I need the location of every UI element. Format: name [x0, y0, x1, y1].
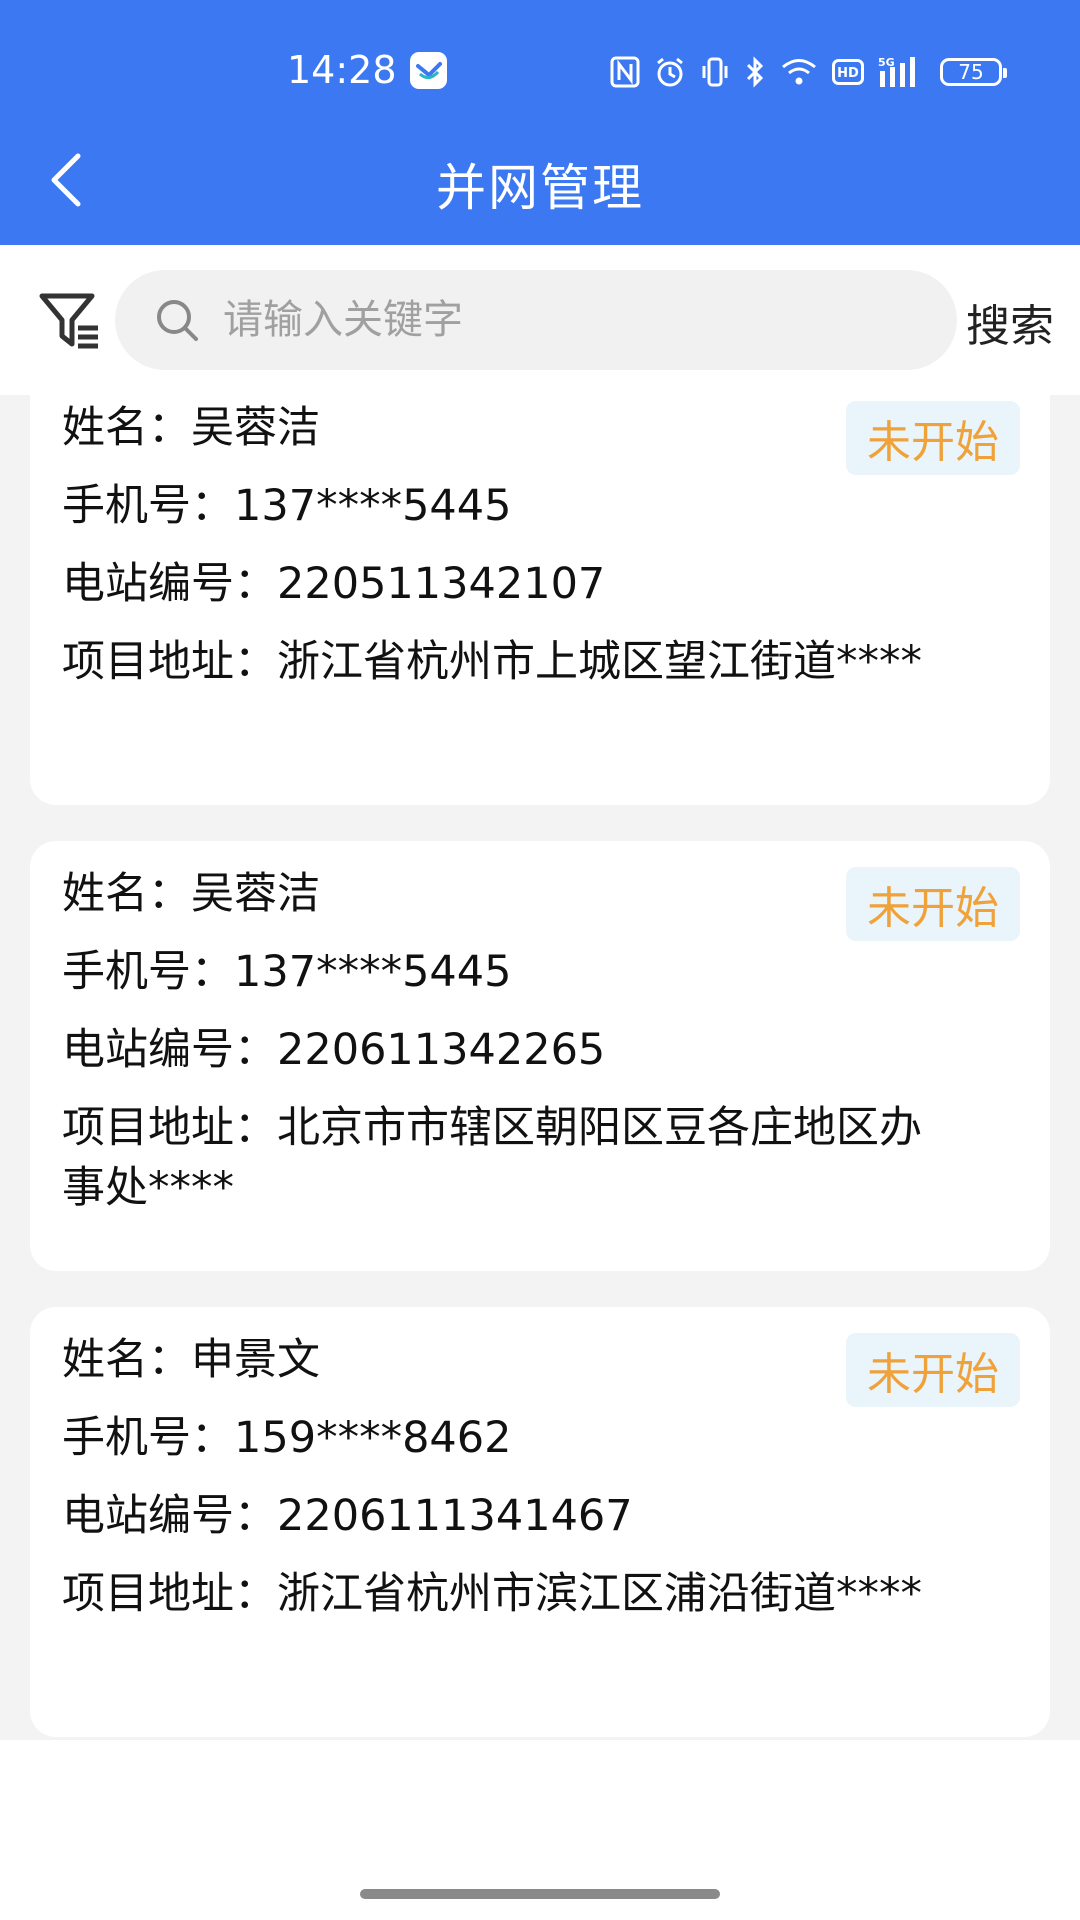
filter-button[interactable]	[38, 290, 102, 352]
phone-value: 137****5445	[234, 481, 512, 531]
name-row: 姓名：吴蓉洁	[62, 864, 320, 924]
phone-value: 159****8462	[234, 1413, 512, 1463]
station-label: 电站编号：	[62, 559, 277, 609]
name-value: 申景文	[191, 1335, 320, 1385]
status-time: 14:28	[287, 48, 397, 92]
status-icons: HD 5G 75	[610, 52, 1007, 92]
phone-row: 手机号：137****5445	[62, 942, 512, 1002]
name-value: 吴蓉洁	[191, 403, 320, 453]
home-indicator[interactable]	[360, 1889, 720, 1899]
station-value: 2206111341467	[277, 1491, 633, 1541]
address-label: 项目地址：	[62, 1569, 277, 1619]
record-card[interactable]: 姓名：申景文 未开始 手机号：159****8462 电站编号：22061113…	[30, 1307, 1050, 1737]
address-row: 项目地址：浙江省杭州市滨江区浦沿街道****	[62, 1564, 962, 1624]
address-row: 项目地址：浙江省杭州市上城区望江街道****	[62, 632, 962, 692]
search-input[interactable]	[221, 296, 905, 344]
address-value: 浙江省杭州市上城区望江街道****	[277, 637, 922, 687]
app-header: 14:28 HD 5G 75 并网管理	[0, 0, 1080, 245]
station-row: 电站编号：2206111341467	[62, 1486, 633, 1546]
battery-icon: 75	[940, 58, 1007, 86]
status-badge: 未开始	[846, 1333, 1020, 1407]
phone-row: 手机号：137****5445	[62, 476, 512, 536]
nfc-icon	[610, 56, 640, 88]
bluetooth-icon	[746, 56, 764, 88]
name-label: 姓名：	[62, 1335, 191, 1385]
name-label: 姓名：	[62, 403, 191, 453]
page-title: 并网管理	[436, 159, 644, 217]
name-row: 姓名：吴蓉洁	[62, 398, 320, 458]
record-card[interactable]: 姓名：吴蓉洁 未开始 手机号：137****5445 电站编号：22051134…	[30, 395, 1050, 805]
address-label: 项目地址：	[62, 637, 277, 687]
filter-icon	[39, 293, 98, 349]
station-row: 电站编号：220511342107	[62, 554, 605, 614]
address-value: 浙江省杭州市滨江区浦沿街道****	[277, 1569, 922, 1619]
address-row: 项目地址：北京市市辖区朝阳区豆各庄地区办事处****	[62, 1098, 962, 1218]
name-value: 吴蓉洁	[191, 869, 320, 919]
station-label: 电站编号：	[62, 1025, 277, 1075]
status-badge: 未开始	[846, 401, 1020, 475]
phone-label: 手机号：	[62, 481, 234, 531]
station-value: 220611342265	[277, 1025, 606, 1075]
name-label: 姓名：	[62, 869, 191, 919]
station-value: 220511342107	[277, 559, 606, 609]
name-row: 姓名：申景文	[62, 1330, 320, 1390]
search-button[interactable]: 搜索	[966, 290, 1054, 354]
phone-value: 137****5445	[234, 947, 512, 997]
search-box	[115, 270, 957, 370]
address-label: 项目地址：	[62, 1103, 277, 1153]
record-card[interactable]: 姓名：吴蓉洁 未开始 手机号：137****5445 电站编号：22061134…	[30, 841, 1050, 1271]
phone-label: 手机号：	[62, 947, 234, 997]
alarm-icon	[657, 57, 683, 87]
phone-label: 手机号：	[62, 1413, 234, 1463]
svg-text:HD: HD	[837, 66, 859, 81]
phone-row: 手机号：159****8462	[62, 1408, 512, 1468]
wifi-icon	[782, 59, 816, 85]
station-label: 电站编号：	[62, 1491, 277, 1541]
search-icon	[157, 300, 198, 341]
hd-icon: HD	[832, 59, 864, 85]
signal-5g-icon: 5G	[878, 56, 915, 87]
vibrate-icon	[702, 57, 728, 87]
station-row: 电站编号：220611342265	[62, 1020, 605, 1080]
record-list[interactable]: 姓名：吴蓉洁 未开始 手机号：137****5445 电站编号：22051134…	[0, 395, 1080, 1740]
status-badge: 未开始	[846, 867, 1020, 941]
app-notification-icon	[410, 52, 447, 89]
